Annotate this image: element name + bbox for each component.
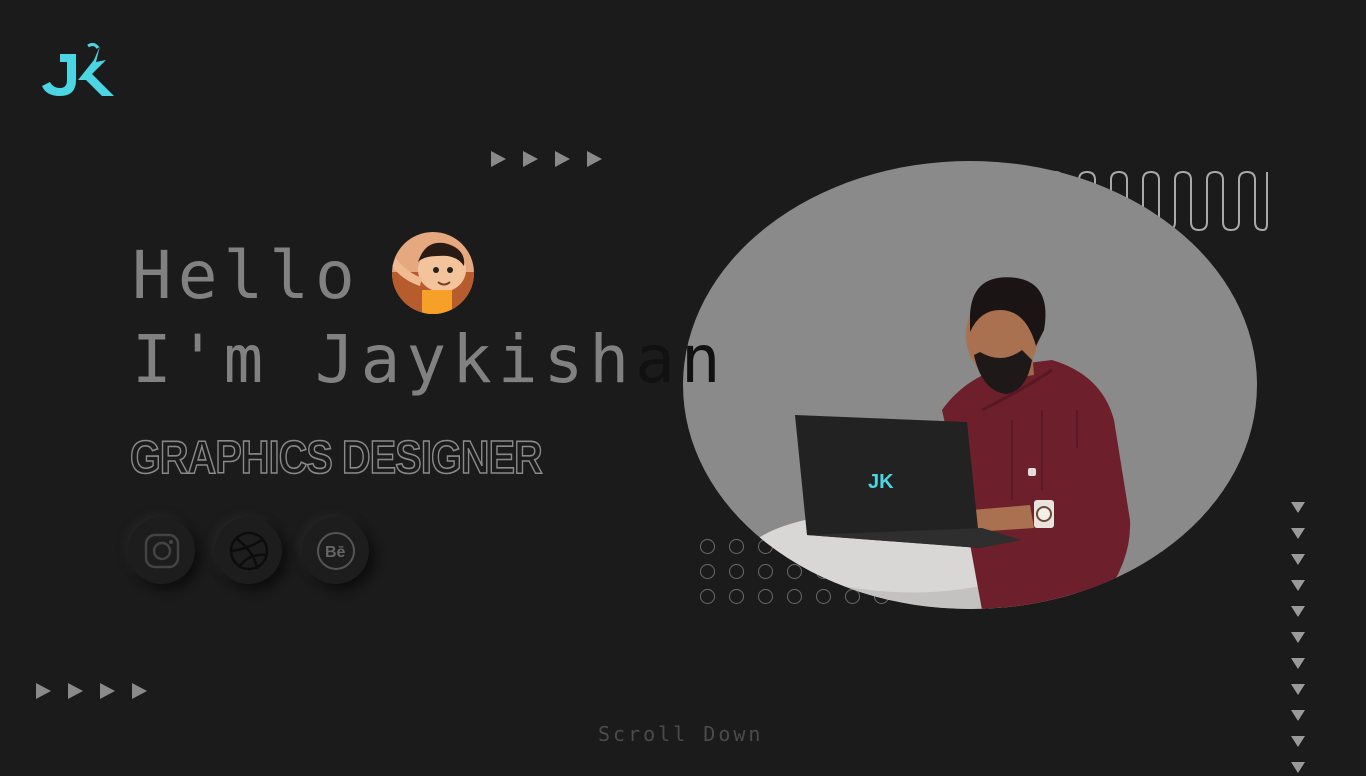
arrow-decoration-right — [1291, 502, 1305, 776]
play-arrow-icon — [100, 683, 115, 699]
name-heading: I'm Jaykishan — [132, 320, 727, 400]
down-arrow-icon — [1291, 736, 1305, 747]
behance-label: Bē — [325, 544, 346, 561]
play-arrow-icon — [523, 151, 538, 167]
behance-button[interactable]: Bē — [302, 517, 369, 584]
name-suffix: an — [635, 321, 727, 398]
down-arrow-icon — [1291, 632, 1305, 643]
play-arrow-icon — [555, 151, 570, 167]
down-arrow-icon — [1291, 658, 1305, 669]
play-arrow-icon — [68, 683, 83, 699]
down-arrow-icon — [1291, 580, 1305, 591]
social-links: Bē — [128, 517, 369, 584]
scroll-down-hint[interactable]: Scroll Down — [598, 722, 763, 746]
arrow-decoration-bottom — [36, 683, 147, 699]
instagram-button[interactable] — [128, 517, 195, 584]
greeting-text: Hello — [132, 237, 361, 314]
avatar-image — [392, 232, 474, 314]
jk-logo[interactable] — [38, 40, 118, 100]
hero-illustration: JK — [683, 161, 1257, 609]
play-arrow-icon — [587, 151, 602, 167]
name-prefix: I'm Jaykish — [132, 321, 636, 398]
down-arrow-icon — [1291, 502, 1305, 513]
laptop-logo: JK — [868, 471, 894, 493]
dribbble-icon — [229, 531, 268, 570]
play-arrow-icon — [132, 683, 147, 699]
avatar — [392, 232, 474, 314]
arrow-decoration-top — [491, 151, 602, 167]
role-title: GRAPHICS DESIGNER — [129, 430, 543, 484]
play-arrow-icon — [36, 683, 51, 699]
behance-icon: Bē — [316, 531, 355, 570]
down-arrow-icon — [1291, 684, 1305, 695]
play-arrow-icon — [491, 151, 506, 167]
down-arrow-icon — [1291, 606, 1305, 617]
dribbble-button[interactable] — [215, 517, 282, 584]
instagram-icon — [144, 533, 179, 568]
down-arrow-icon — [1291, 710, 1305, 721]
down-arrow-icon — [1291, 528, 1305, 539]
down-arrow-icon — [1291, 554, 1305, 565]
